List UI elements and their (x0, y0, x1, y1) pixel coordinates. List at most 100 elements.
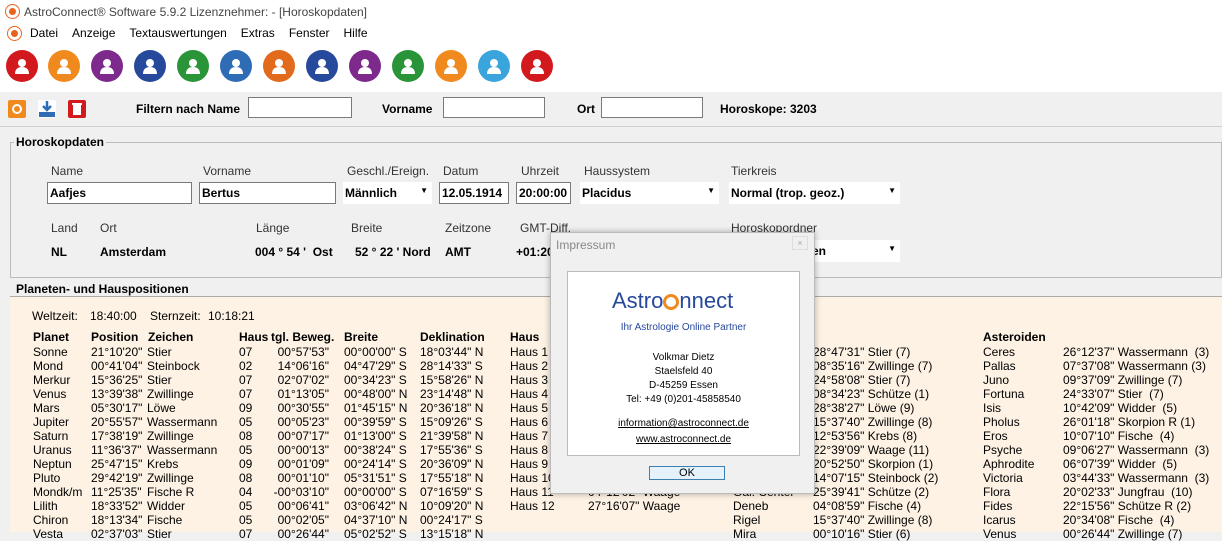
tierkreis-select[interactable]: Normal (trop. geoz.) ▼ (729, 182, 900, 204)
planet-header: Planet (33, 330, 70, 344)
id-card-icon[interactable] (306, 50, 338, 82)
filter-place-input[interactable] (601, 97, 703, 118)
table-cell: 20°55'57" (91, 415, 143, 429)
filter-name-label: Filtern nach Name (136, 102, 241, 116)
filter-firstname-label: Vorname (382, 102, 433, 116)
table-cell: 14°06'16" (277, 359, 329, 373)
table-cell: 03°06'42" N (344, 499, 408, 513)
table-cell: 01°13'05" (277, 387, 329, 401)
filter-place-label: Ort (577, 102, 595, 116)
horoscope-count: Horoskope: 3203 (720, 102, 817, 116)
sternzeit-value: 10:18:21 (208, 309, 255, 323)
person-orange-icon[interactable] (48, 50, 80, 82)
table-cell: 05°30'17" (91, 401, 143, 415)
table-cell: 07°16'59" S (420, 485, 483, 499)
table-cell: Haus 12 (510, 499, 555, 513)
table-cell: 21°39'58" N (420, 429, 484, 443)
table-cell: Merkur (33, 373, 71, 387)
filter-name-input[interactable] (248, 97, 352, 118)
table-cell: 00°00'13" (277, 443, 329, 457)
settings-icon[interactable] (8, 100, 26, 118)
delete-icon[interactable] (68, 100, 86, 118)
table-cell: Haus 10 (510, 471, 555, 485)
geschl-value: Männlich (345, 186, 398, 200)
table-cell: 13°15'18" N (420, 527, 484, 541)
exit-icon[interactable] (521, 50, 553, 82)
table-cell: 20°36'18" N (420, 401, 484, 415)
email-link[interactable]: information@astroconnect.de (568, 418, 799, 429)
zeitzone-value: AMT (445, 245, 471, 259)
app-menu-icon[interactable] (8, 27, 21, 40)
table-cell: Wassermann (147, 443, 218, 457)
table-cell: 20°36'09" N (420, 457, 484, 471)
table-cell: Pallas (983, 359, 1016, 373)
planet-column: Sonne Mond Merkur Venus Mars Jupiter Saturn Ura… (33, 345, 82, 541)
astroconnect-logo: Astro nnect (612, 288, 733, 314)
ok-button[interactable]: OK (649, 466, 725, 480)
table-cell: 28°38'27" Löwe (9) (813, 401, 915, 415)
table-cell: Löwe (147, 401, 176, 415)
table-cell: 09°06'27" Wassermann (3) (1063, 443, 1210, 457)
close-icon[interactable]: × (792, 236, 808, 250)
menu-item-textauswertungen[interactable]: Textauswertungen (129, 26, 226, 40)
table-cell: 07 (239, 345, 253, 359)
name-field[interactable]: Aafjes (47, 182, 192, 204)
menu-item-fenster[interactable]: Fenster (289, 26, 330, 40)
table-cell: Haus 3 (510, 373, 549, 387)
table-cell: 17°55'36" S (420, 443, 483, 457)
ort-value: Amsterdam (100, 245, 167, 259)
table-cell: 00°48'00" N (344, 387, 408, 401)
table-cell: 00°00'00" S (344, 345, 407, 359)
table-cell: 09 (239, 457, 253, 471)
table-cell: 04°47'29" S (344, 359, 407, 373)
table-cell: Jupiter (33, 415, 70, 429)
person-red-icon[interactable] (6, 50, 38, 82)
partner-purple-icon[interactable] (91, 50, 123, 82)
filter-bar: Filtern nach Name Vorname Ort Horoskope:… (0, 92, 1222, 126)
table-cell: 18°13'34" (91, 513, 143, 527)
list-icon[interactable] (220, 50, 252, 82)
title-bar: AstroConnect® Software 5.9.2 Lizenznehme… (0, 0, 1222, 24)
table-cell: Fides (983, 499, 1013, 513)
haus12-position: 27°16'07" Waage (588, 499, 681, 513)
table-cell: Fortuna (983, 387, 1025, 401)
table-cell: 04°37'10" N (344, 513, 408, 527)
bewegung-column: 00°57'53" 14°06'16" 02°07'02" 01°13'05" 00°3… (271, 345, 329, 541)
table-cell: 00°34'23" S (344, 373, 407, 387)
menu-item-datei[interactable]: Datei (30, 26, 58, 40)
group-blue-icon[interactable] (134, 50, 166, 82)
menu-item-hilfe[interactable]: Hilfe (344, 26, 368, 40)
toolbar (0, 44, 1222, 92)
table-cell: 07 (239, 527, 253, 541)
edit-icon[interactable] (478, 50, 510, 82)
table-cell: 05°02'52" S (344, 527, 407, 541)
chart-icon[interactable] (392, 50, 424, 82)
laenge-value: 004 ° 54 ' Ost (255, 245, 333, 259)
table-cell: Pholus (983, 415, 1020, 429)
horoskopdaten-title: Horoskopdaten (14, 135, 107, 149)
geschl-header: Geschl./Ereign. (347, 164, 430, 178)
website-link[interactable]: www.astroconnect.de (568, 434, 799, 445)
lightbulb-icon[interactable] (435, 50, 467, 82)
book-icon[interactable] (349, 50, 381, 82)
table-cell: 02°37'03" (91, 527, 143, 541)
table-cell: 26°12'37" Wassermann (3) (1063, 345, 1210, 359)
menu-item-extras[interactable]: Extras (241, 26, 275, 40)
download-icon[interactable] (38, 100, 56, 118)
uhrzeit-field[interactable]: 20:00:00 (516, 182, 571, 204)
datum-field[interactable]: 12.05.1914 (439, 182, 509, 204)
land-value: NL (51, 245, 67, 259)
group-green-icon[interactable] (177, 50, 209, 82)
table-cell: 00°30'55" (277, 401, 329, 415)
haussystem-select[interactable]: Placidus ▼ (580, 182, 719, 204)
gmt-value: +01:20 (516, 245, 554, 259)
globe-icon[interactable] (263, 50, 295, 82)
vorname-field[interactable]: Bertus (199, 182, 336, 204)
menu-item-anzeige[interactable]: Anzeige (72, 26, 115, 40)
table-cell: 11°25'35" (91, 485, 142, 499)
filter-firstname-input[interactable] (443, 97, 545, 118)
geschl-select[interactable]: Männlich ▼ (343, 182, 432, 204)
table-cell: 08°35'16" Zwillinge (7) (813, 359, 933, 373)
haussystem-value: Placidus (582, 186, 632, 200)
table-cell: Flora (983, 485, 1011, 499)
